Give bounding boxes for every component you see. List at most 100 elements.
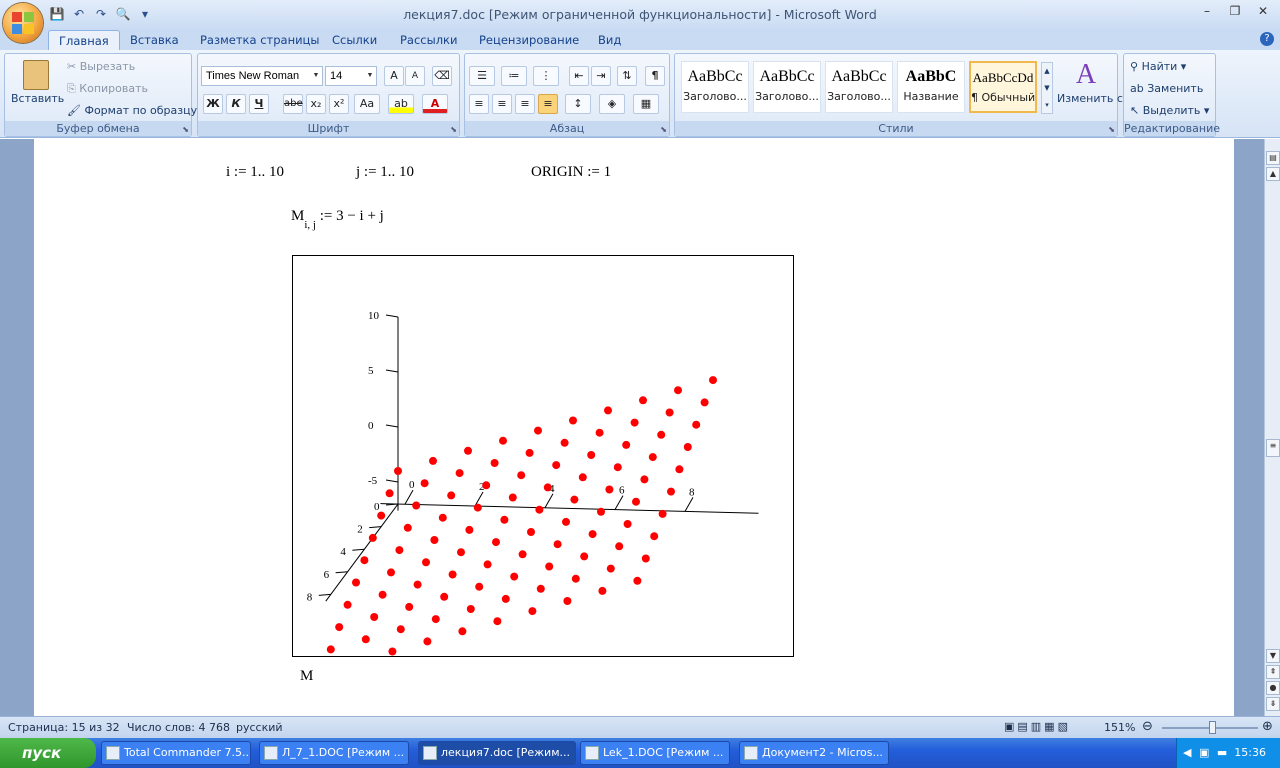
- help-icon[interactable]: ?: [1260, 32, 1274, 46]
- strikethrough-button[interactable]: abe: [283, 94, 303, 114]
- customize-qat-icon[interactable]: ▾: [136, 5, 154, 23]
- clock[interactable]: 15:36: [1234, 746, 1266, 759]
- taskbar-item-l7-doc[interactable]: Л_7_1.DOC [Режим ...: [259, 741, 409, 765]
- style-title[interactable]: AaBbC Название: [897, 61, 965, 113]
- change-case-button[interactable]: Aa: [354, 94, 380, 114]
- align-center-icon[interactable]: ≡: [492, 94, 512, 114]
- word-count[interactable]: Число слов: 4 768: [127, 721, 230, 734]
- close-button[interactable]: ✕: [1254, 4, 1272, 20]
- multilevel-list-icon[interactable]: ⋮: [533, 66, 559, 86]
- tray-icons[interactable]: ◀ ▣ ▬: [1183, 746, 1229, 759]
- select-button[interactable]: ↖ Выделить ▾: [1130, 104, 1209, 117]
- paste-button[interactable]: Вставить: [11, 58, 64, 118]
- zoom-level[interactable]: 151%: [1104, 721, 1135, 734]
- shrink-font-button[interactable]: A: [405, 66, 425, 86]
- office-button[interactable]: [3, 3, 43, 43]
- change-styles-button[interactable]: A Изменить стили: [1057, 58, 1151, 105]
- j-axis-line: [380, 503, 759, 514]
- justify-icon[interactable]: ≡: [538, 94, 558, 114]
- browse-object-button[interactable]: ●: [1266, 681, 1280, 695]
- taskbar-item-total-commander[interactable]: Total Commander 7.5...: [101, 741, 251, 765]
- next-page-button[interactable]: ⇟: [1266, 697, 1280, 711]
- restore-button[interactable]: ❐: [1226, 4, 1244, 20]
- find-button[interactable]: ⚲ Найти ▾: [1130, 60, 1186, 73]
- save-icon[interactable]: 💾: [48, 5, 66, 23]
- taskbar-item-lek1[interactable]: Lek_1.DOC [Режим ...: [580, 741, 730, 765]
- format-painter-button[interactable]: 🖌 Формат по образцу: [67, 104, 197, 117]
- document-page[interactable]: i := 1.. 10 j := 1.. 10 ORIGIN := 1 Mi, …: [34, 139, 1234, 716]
- print-preview-icon[interactable]: 🔍: [114, 5, 132, 23]
- shading-icon[interactable]: ◈: [599, 94, 625, 114]
- dialog-launcher-icon[interactable]: ⬊: [1108, 125, 1115, 134]
- previous-page-button[interactable]: ⇞: [1266, 665, 1280, 679]
- dialog-launcher-icon[interactable]: ⬊: [182, 125, 189, 134]
- tab-review[interactable]: Рецензирование: [479, 30, 579, 50]
- scroll-up-button[interactable]: ▲: [1266, 167, 1280, 181]
- font-name-combo[interactable]: Times New Roman ▼: [201, 66, 323, 86]
- decrease-indent-icon[interactable]: ⇤: [569, 66, 589, 86]
- bullets-icon[interactable]: ☰: [469, 66, 495, 86]
- style-heading-3[interactable]: AaBbCc Заголово...: [825, 61, 893, 113]
- copy-button[interactable]: ⎘ Копировать: [67, 82, 148, 96]
- italic-button[interactable]: К: [226, 94, 246, 114]
- scroll-down-button[interactable]: ▼: [1266, 649, 1280, 663]
- style-heading-1[interactable]: AaBbCc Заголово...: [681, 61, 749, 113]
- align-right-icon[interactable]: ≡: [515, 94, 535, 114]
- origin-definition: ORIGIN := 1: [531, 164, 612, 180]
- show-formatting-icon[interactable]: ¶: [645, 66, 665, 86]
- bold-button[interactable]: Ж: [203, 94, 223, 114]
- numbering-icon[interactable]: ≔: [501, 66, 527, 86]
- increase-indent-icon[interactable]: ⇥: [591, 66, 611, 86]
- subscript-button[interactable]: x₂: [306, 94, 326, 114]
- style-normal[interactable]: AaBbCcDd ¶ Обычный: [969, 61, 1037, 113]
- data-point: [405, 602, 414, 611]
- vertical-scrollbar[interactable]: ▤ ▲ ≡ ▼ ⇞ ● ⇟: [1264, 139, 1280, 716]
- dialog-launcher-icon[interactable]: ⬊: [660, 125, 667, 134]
- line-spacing-icon[interactable]: ↕: [565, 94, 591, 114]
- data-point: [598, 586, 607, 595]
- style-sample: AaBbCcDd: [972, 70, 1034, 85]
- align-left-icon[interactable]: ≡: [469, 94, 489, 114]
- editing-group-title: Редактирование: [1124, 121, 1220, 136]
- dialog-launcher-icon[interactable]: ⬊: [450, 125, 457, 134]
- sort-icon[interactable]: ⇅: [617, 66, 637, 86]
- tab-home[interactable]: Главная: [48, 30, 120, 50]
- tab-insert[interactable]: Вставка: [130, 30, 179, 50]
- start-button[interactable]: пуск: [0, 738, 96, 768]
- grow-font-button[interactable]: A: [384, 66, 404, 86]
- page-counter[interactable]: Страница: 15 из 32: [8, 721, 120, 734]
- zoom-out-icon[interactable]: ⊖: [1142, 719, 1153, 734]
- highlight-icon[interactable]: ab: [388, 94, 414, 114]
- data-point: [440, 592, 449, 601]
- zoom-in-icon[interactable]: ⊕: [1262, 719, 1273, 734]
- tab-view[interactable]: Вид: [598, 30, 621, 50]
- zoom-slider-thumb[interactable]: [1209, 721, 1216, 734]
- superscript-button[interactable]: x²: [329, 94, 349, 114]
- taskbar-item-lecture7[interactable]: лекция7.doc [Режим...: [418, 741, 576, 765]
- redo-icon[interactable]: ↷: [92, 5, 110, 23]
- font-size-combo[interactable]: 14 ▼: [325, 66, 377, 86]
- styles-scroll[interactable]: ▲ ▼ ▾: [1041, 62, 1053, 114]
- underline-button[interactable]: Ч: [249, 94, 269, 114]
- clear-format-icon[interactable]: ⌫: [432, 66, 452, 86]
- tab-page-layout[interactable]: Разметка страницы: [200, 30, 319, 50]
- i-tick: [335, 571, 348, 574]
- minimize-button[interactable]: –: [1198, 4, 1216, 20]
- data-point: [545, 562, 554, 571]
- borders-icon[interactable]: ▦: [633, 94, 659, 114]
- language-indicator[interactable]: русский: [236, 721, 283, 734]
- ruler-toggle-icon[interactable]: ▤: [1266, 151, 1280, 165]
- surface-plot[interactable]: 10 5 0 -5 0 2 4 6 8 0 2 4 6 8: [292, 255, 794, 676]
- replace-button[interactable]: ab Заменить: [1130, 82, 1203, 95]
- data-point: [455, 469, 464, 478]
- undo-icon[interactable]: ↶: [70, 5, 88, 23]
- tab-references[interactable]: Ссылки: [332, 30, 377, 50]
- view-buttons-icon[interactable]: ▣▤▥▦▧: [1004, 720, 1094, 733]
- styles-group-title: Стили: [675, 121, 1117, 136]
- taskbar-item-document2[interactable]: Документ2 - Micros...: [739, 741, 889, 765]
- tab-mailings[interactable]: Рассылки: [400, 30, 457, 50]
- cut-button[interactable]: ✂ Вырезать: [67, 60, 135, 73]
- font-color-icon[interactable]: A: [422, 94, 448, 114]
- scroll-thumb[interactable]: ≡: [1266, 439, 1280, 457]
- style-heading-2[interactable]: AaBbCc Заголово...: [753, 61, 821, 113]
